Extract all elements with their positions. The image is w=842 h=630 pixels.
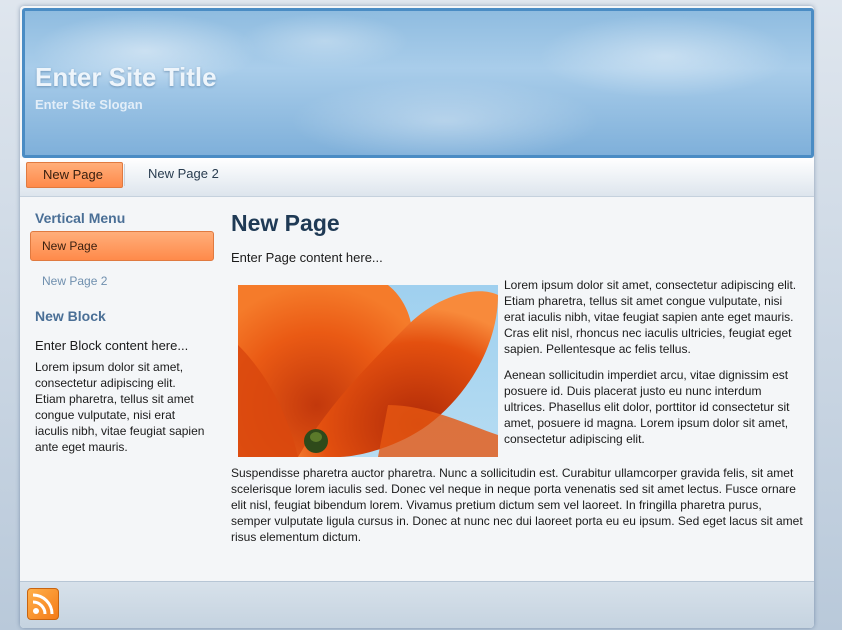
page-intro: Enter Page content here...: [231, 250, 383, 265]
page-container: Enter Site Title Enter Site Slogan New P…: [20, 6, 814, 628]
article-paragraph-3: Suspendisse pharetra auctor pharetra. Nu…: [231, 466, 803, 544]
nav-item-new-page[interactable]: New Page: [26, 162, 123, 188]
article-text: Lorem ipsum dolor sit amet, consectetur …: [504, 277, 803, 447]
rss-icon[interactable]: [27, 588, 59, 620]
main-content: New Page Enter Page content here... Lore…: [231, 210, 803, 545]
footer: [20, 581, 814, 628]
vertical-menu-item-new-page[interactable]: New Page: [30, 231, 214, 261]
article-paragraph-2: Aenean sollicitudin imperdiet arcu, vita…: [504, 368, 790, 446]
nav-item-new-page-2[interactable]: New Page 2: [132, 162, 235, 186]
vertical-menu-heading: Vertical Menu: [35, 210, 126, 226]
poppy-flower-image: [238, 285, 498, 457]
site-slogan: Enter Site Slogan: [35, 97, 143, 112]
nav-divider: [124, 164, 125, 186]
site-header: Enter Site Title Enter Site Slogan: [22, 8, 814, 158]
sidebar: Vertical Menu New Page New Page 2 New Bl…: [30, 204, 214, 455]
top-nav: New Page New Page 2: [20, 158, 814, 197]
block-intro: Enter Block content here...: [35, 338, 189, 353]
page-title: New Page: [231, 210, 340, 236]
block-heading: New Block: [35, 308, 106, 324]
article-paragraph-1: Lorem ipsum dolor sit amet, consectetur …: [504, 278, 797, 356]
site-title[interactable]: Enter Site Title: [35, 62, 217, 93]
vertical-menu-item-new-page-2[interactable]: New Page 2: [30, 267, 214, 295]
content-area: Lorem ipsum dolor sit amet, consectetur …: [231, 277, 803, 545]
block-text: Lorem ipsum dolor sit amet, consectetur …: [35, 360, 205, 454]
